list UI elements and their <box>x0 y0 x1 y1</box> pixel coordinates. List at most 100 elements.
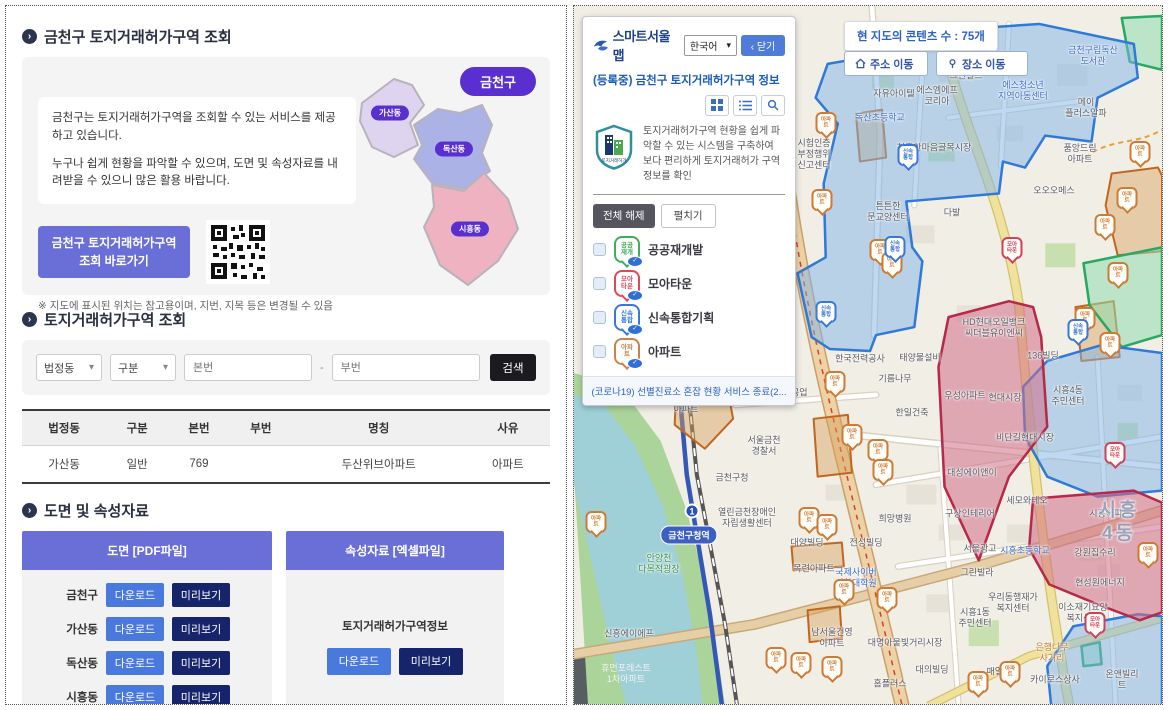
clear-all-button[interactable]: 전체 해제 <box>593 204 655 228</box>
map-marker-apt[interactable]: 아파트 <box>1095 214 1116 236</box>
layer-label: 아파트 <box>648 343 681 360</box>
pdf-preview-button[interactable]: 미리보기 <box>172 617 230 641</box>
map-marker-apt[interactable]: 아파트 <box>1108 262 1129 284</box>
grid-icon <box>711 99 723 111</box>
map-marker-moa[interactable]: 모아타운 <box>1085 612 1106 634</box>
search-layer-button[interactable] <box>761 95 785 116</box>
layer-label: 공공재개발 <box>648 241 703 258</box>
bullet-chevron-icon <box>22 312 37 327</box>
check-badge-icon <box>627 256 643 267</box>
map-marker-apt[interactable]: 아파트 <box>834 579 855 601</box>
map-marker-apt[interactable]: 아파트 <box>825 371 846 393</box>
map-marker-apt[interactable]: 아파트 <box>766 647 787 669</box>
map-marker-apt[interactable]: 아파트 <box>868 439 889 461</box>
subway-line1-badge: 1 <box>685 504 700 519</box>
map-marker-moa[interactable]: 모아타운 <box>1105 442 1126 464</box>
layer-checkbox[interactable] <box>593 311 606 324</box>
intro-box: 금천구는 토지거래허가구역을 조회할 수 있는 서비스를 제공하고 있습니다. … <box>22 57 550 295</box>
district-pill-doksan: 독산동 <box>435 142 473 157</box>
pdf-box-header: 도면 [PDF파일] <box>22 531 272 570</box>
dash-separator: - <box>320 362 324 374</box>
excel-preview-button[interactable]: 미리보기 <box>399 648 463 675</box>
search-button[interactable]: 검색 <box>490 354 536 381</box>
pdf-download-button[interactable]: 다운로드 <box>106 617 164 641</box>
map-marker-apt[interactable]: 아파트 <box>842 424 863 446</box>
map-marker-apt[interactable]: 아파트 <box>812 189 833 211</box>
covid-notice-link[interactable]: (코로나19) 선별진료소 혼잡 현황 서비스 종료(2... <box>591 384 787 398</box>
pdf-row-label: 가산동 <box>58 621 98 637</box>
check-badge-icon <box>627 290 643 301</box>
map-marker-sint[interactable]: 신속통합 <box>885 236 906 258</box>
gubun-select[interactable]: 구분 <box>110 354 176 381</box>
layer-marker-icon: 모아타운 <box>614 270 640 297</box>
panel-title: (등록중) 금천구 토지거래허가구역 정보 <box>593 74 785 89</box>
map-marker-apt[interactable]: 아파트 <box>968 671 989 693</box>
result-table-head-row: 법정동구분본번부번명칭사유 <box>22 410 550 446</box>
layer-row-아파트[interactable]: 아파트아파트 <box>593 338 785 365</box>
district-pill-siheung: 시흥동 <box>451 222 489 237</box>
map-marker-apt[interactable]: 아파트 <box>1117 187 1138 209</box>
map-marker-apt[interactable]: 아파트 <box>877 587 898 609</box>
move-place-button[interactable]: 장소 이동 <box>936 51 1028 76</box>
layer-marker-icon: 신속통합 <box>614 304 640 331</box>
map-marker-apt[interactable]: 아파트 <box>791 652 812 674</box>
expand-button[interactable]: 펼치기 <box>661 204 716 228</box>
map-marker-apt[interactable]: 아파트 <box>1100 332 1121 354</box>
layer-checkbox[interactable] <box>593 345 606 358</box>
excel-file-box: 속성자료 [엑셀파일] 토지거래허가구역정보 다운로드 미리보기 <box>286 531 504 705</box>
pdf-row: 금천구다운로드미리보기 <box>58 583 262 607</box>
bonbun-input[interactable] <box>184 354 312 381</box>
language-select[interactable]: 한국어 <box>684 35 737 56</box>
layer-label: 모아타운 <box>648 275 692 292</box>
layer-list: 공공재개공공재개발모아타운 모아타운신속통합신속통합기획아파트아파트 <box>583 228 795 376</box>
search-form: 법정동 구분 - 검색 <box>22 340 550 395</box>
check-badge-icon <box>627 324 643 335</box>
bubun-input[interactable] <box>332 354 480 381</box>
pdf-preview-button[interactable]: 미리보기 <box>172 583 230 607</box>
map-marker-apt[interactable]: 아파트 <box>873 459 894 481</box>
disclaimer-note: ※ 지도에 표시된 위치는 참고용이며, 지번, 지목 등은 변경될 수 있음 <box>38 298 356 313</box>
grid-view-button[interactable] <box>705 95 729 116</box>
shortcut-button[interactable]: 금천구 토지거래허가구역 조회 바로가기 <box>38 226 190 278</box>
layer-checkbox[interactable] <box>593 243 606 256</box>
pdf-file-box: 도면 [PDF파일] 금천구다운로드미리보기가산동다운로드미리보기독산동다운로드… <box>22 531 272 705</box>
page-title: 금천구 토지거래허가구역 조회 <box>44 26 232 47</box>
map-marker-apt[interactable]: 아파트 <box>586 511 607 533</box>
map-marker-apt[interactable]: 아파트 <box>822 656 843 678</box>
map-marker-apt[interactable]: 아파트 <box>1130 141 1151 163</box>
map-marker-sint[interactable]: 신속통합 <box>816 301 837 323</box>
pdf-preview-button[interactable]: 미리보기 <box>172 685 230 705</box>
panel-footer: (코로나19) 선별진료소 혼잡 현황 서비스 종료(2... <box>583 376 795 405</box>
result-table-body: 가산동일반769두산위브아파트아파트 <box>22 446 550 484</box>
move-address-button[interactable]: 주소 이동 <box>844 51 928 76</box>
layer-checkbox[interactable] <box>593 277 606 290</box>
map-marker-apt[interactable]: 아파트 <box>1000 661 1021 683</box>
layer-row-모아타운[interactable]: 모아타운 모아타운 <box>593 270 785 297</box>
map-marker-apt[interactable]: 아파트 <box>817 514 838 536</box>
pdf-row-label: 시흥동 <box>58 689 98 705</box>
map-marker-sint[interactable]: 신속통합 <box>898 144 919 166</box>
content-count-badge: 현 지도의 콘텐츠 수 : 75개 <box>844 21 998 51</box>
list-view-button[interactable] <box>733 95 757 116</box>
layer-row-신속통합기획[interactable]: 신속통합신속통합기획 <box>593 304 785 331</box>
pdf-preview-button[interactable]: 미리보기 <box>172 651 230 675</box>
pdf-row: 시흥동 다운로드 미리보기 <box>58 685 262 705</box>
panel-close-button[interactable]: 닫기 <box>741 35 785 56</box>
pdf-download-button[interactable]: 다운로드 <box>106 685 164 705</box>
section-title-files: 도면 및 속성자료 <box>22 500 550 521</box>
map-marker-apt[interactable]: 아파트 <box>816 112 837 134</box>
search-icon <box>767 99 779 111</box>
home-icon <box>855 58 866 69</box>
layer-row-공공재개발[interactable]: 공공재개공공재개발 <box>593 236 785 263</box>
map-marker-apt[interactable]: 아파트 <box>1138 542 1159 564</box>
lookup-pane: 금천구 토지거래허가구역 조회 금천구는 토지거래허가구역을 조회할 수 있는 … <box>5 5 567 705</box>
map-marker-sint[interactable]: 신속통합 <box>1068 319 1089 341</box>
page: 금천구 토지거래허가구역 조회 금천구는 토지거래허가구역을 조회할 수 있는 … <box>0 0 1168 710</box>
dong-select[interactable]: 법정동 <box>36 354 102 381</box>
excel-download-button[interactable]: 다운로드 <box>327 648 391 675</box>
service-shield-logo: 토지거래허가 <box>593 124 635 170</box>
map-marker-moa[interactable]: 모아타운 <box>1002 237 1023 259</box>
excel-file-label: 토지거래허가구역정보 <box>342 618 448 634</box>
pdf-download-button[interactable]: 다운로드 <box>106 651 164 675</box>
pdf-download-button[interactable]: 다운로드 <box>106 583 164 607</box>
